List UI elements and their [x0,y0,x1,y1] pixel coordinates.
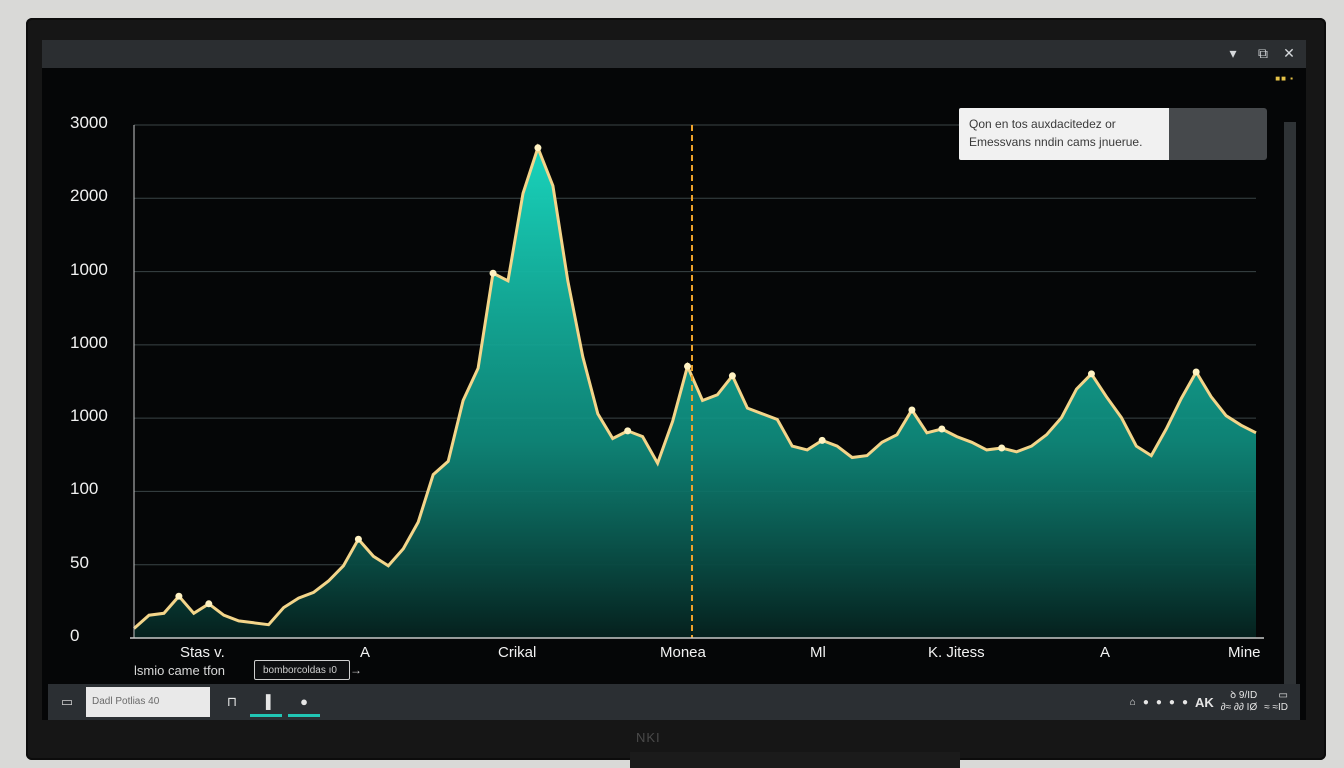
start-icon[interactable]: ▭ [56,692,78,712]
system-tray: ⌂ ● ● ● ● AK ꝺ 9/ID ∂≈ ∂∂ IØ ▭ ≈ ≈ID [1130,686,1288,718]
taskbar-search[interactable]: Dadl Potlias 40 [86,687,210,717]
data-point [908,406,916,414]
data-point [938,425,946,433]
data-point [175,592,183,600]
info-tooltip: Qon en tos auxdacitedez or Emessvans nnd… [959,108,1267,160]
data-point [684,362,692,370]
y-tick-label: 1000 [70,332,108,352]
x-tick-label: K. Jitess [928,644,985,661]
notification-area[interactable]: ▭ ≈ ≈ID [1264,690,1288,714]
clock[interactable]: ꝺ 9/ID ∂≈ ∂∂ IØ [1221,690,1257,714]
notification-icon: ▭ [1278,690,1288,701]
range-input[interactable]: bomborcoldas ı0 [254,660,350,680]
tray-icon-3[interactable]: ● [1169,697,1175,708]
tray-icon-2[interactable]: ● [1156,697,1162,708]
data-point [1192,368,1200,376]
taskbar-app-3[interactable]: ● [288,687,320,717]
x-sub-label: lsmio came tfon [134,663,226,678]
x-tick-label: Monea [660,644,706,661]
home-icon[interactable]: ⌂ [1130,697,1136,708]
y-tick-label: 2000 [70,186,108,206]
screen: ▾ ⧉ ✕ ■■ ▪ 3000 2000 1000 1000 1000 100 50 0 St… [42,40,1306,720]
x-tick-label: Ml [810,644,826,661]
data-point [489,269,497,277]
data-point [728,372,736,380]
y-tick-label: 3000 [70,113,108,132]
language-indicator[interactable]: AK [1195,695,1214,710]
clock-date: ∂≈ ∂∂ IØ [1220,702,1258,713]
arrow-right-icon: → [350,663,362,677]
tooltip-text: Qon en tos auxdacitedez or Emessvans nnd… [959,108,1169,160]
tooltip-line-1: Qon en tos auxdacitedez or [969,117,1116,131]
tray-icon-4[interactable]: ● [1182,697,1188,708]
taskbar-app-2[interactable]: ▐ [250,687,282,717]
y-tick-label: 50 [70,552,89,572]
taskbar: ▭ Dadl Potlias 40 ⊓ ▐ ● ⌂ ● ● ● ● AK ꝺ 9… [48,684,1300,720]
data-point [818,436,826,444]
y-tick-label: 1000 [70,406,108,426]
scrollbar[interactable] [1284,122,1296,684]
x-tick-label: Mine [1228,644,1261,661]
tooltip-line-2: Emessvans nndin cams jnuerue. [969,135,1143,149]
y-tick-label: 0 [70,626,80,645]
data-point [998,444,1006,452]
tray-icon-1[interactable]: ● [1143,697,1149,708]
data-point [205,600,213,608]
x-tick-label: A [1100,644,1111,661]
clock-time: ꝺ 9/ID [1230,690,1258,701]
y-tick-label: 100 [70,479,99,499]
y-tick-label: 1000 [70,259,108,279]
monitor-stand [630,752,960,768]
data-point [1087,370,1095,378]
data-point [354,535,362,543]
notification-text: ≈ ≈ID [1264,702,1288,713]
x-tick-label: Stas v. [180,644,225,661]
data-point [534,144,542,152]
monitor-logo: NKI [636,730,661,745]
data-point [624,427,632,435]
x-tick-label: Crikal [498,644,537,661]
taskbar-app-1[interactable]: ⊓ [216,687,248,717]
